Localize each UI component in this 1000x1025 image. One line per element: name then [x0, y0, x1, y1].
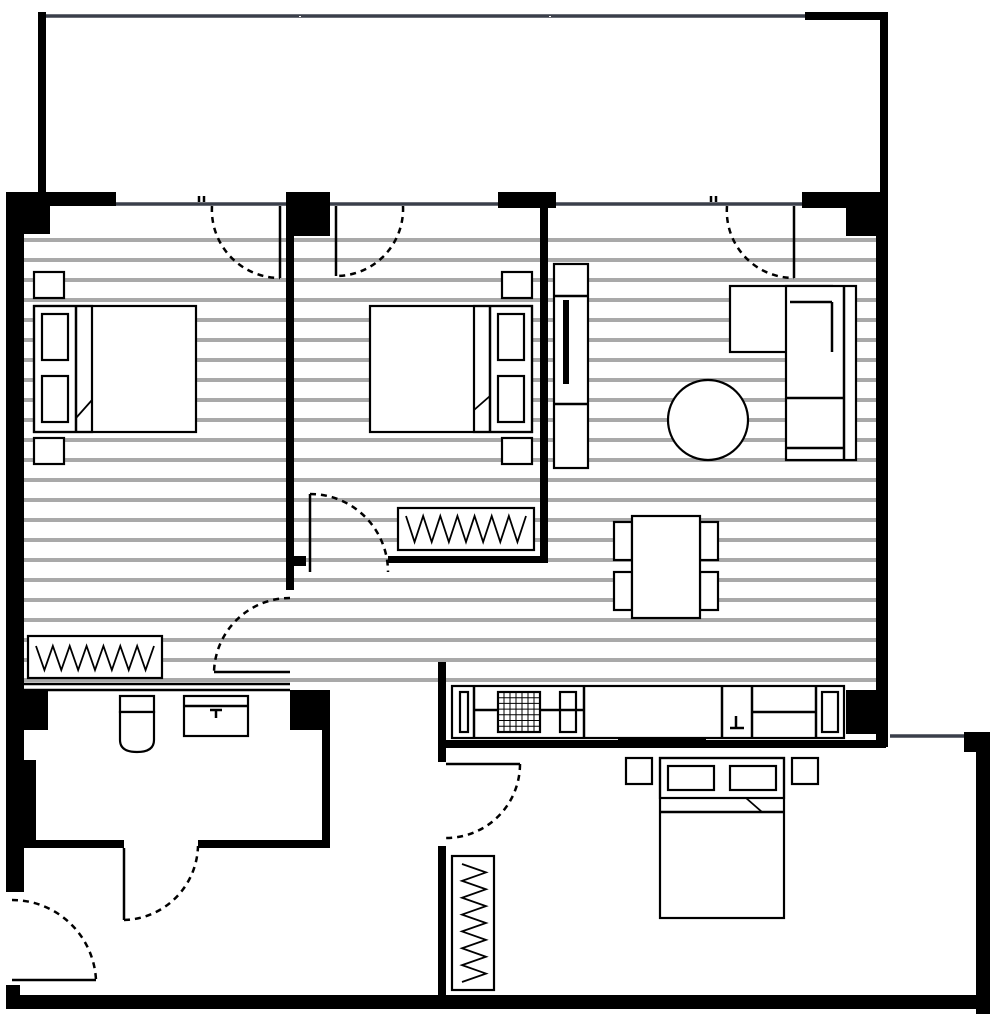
balcony [38, 12, 888, 200]
bedroom-middle [368, 270, 536, 552]
kitchen [450, 684, 846, 740]
floor-plan [6, 12, 990, 1014]
bathroom [118, 694, 250, 754]
bedroom-south [450, 756, 820, 992]
bedroom-west [26, 270, 198, 680]
